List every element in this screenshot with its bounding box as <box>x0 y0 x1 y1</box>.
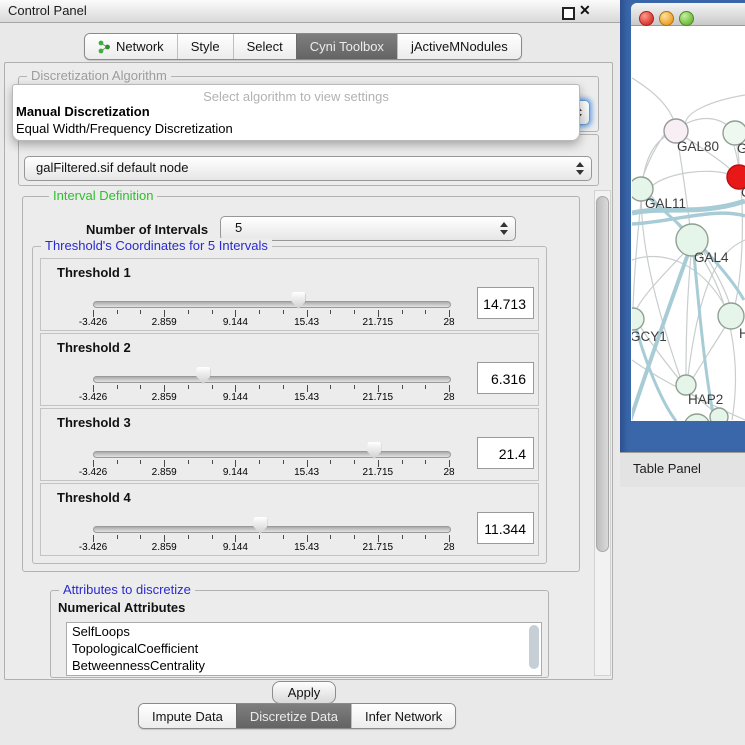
table-data-value: galFiltered.sif default node <box>36 160 188 175</box>
slider-tick-labels: -3.4262.8599.14415.4321.71528 <box>93 317 449 329</box>
top-tabbar: Network Style Select Cyni Toolbox jActiveMNo… <box>84 33 522 60</box>
number-of-intervals-value: 5 <box>235 220 242 235</box>
attribute-item[interactable]: BetweennessCentrality <box>67 657 541 674</box>
threshold-label: Threshold 3 <box>57 415 131 430</box>
tab-select[interactable]: Select <box>233 34 296 59</box>
threshold-row-3: Threshold 3 -3.4262.8599.14415.4321.71528… <box>40 408 539 481</box>
thresholds-group-label: Threshold's Coordinates for 5 Intervals <box>41 238 272 253</box>
network-icon <box>98 40 111 54</box>
network-node[interactable] <box>684 414 710 421</box>
table-panel-titlebar: Table Panel <box>620 452 745 488</box>
slider-tick-labels: -3.4262.8599.14415.4321.71528 <box>93 392 449 404</box>
panel-title: Control Panel <box>8 3 87 18</box>
tab-label: Style <box>191 39 220 54</box>
network-edge <box>632 78 674 121</box>
tab-label: jActiveMNodules <box>411 39 508 54</box>
tab-label: Discretize Data <box>250 709 338 724</box>
apply-button[interactable]: Apply <box>272 681 336 704</box>
node-label: GCY1 <box>632 329 667 344</box>
list-scrollbar-thumb[interactable] <box>529 625 539 669</box>
node-label: H <box>739 326 745 341</box>
tab-cyni-toolbox[interactable]: Cyni Toolbox <box>296 34 397 59</box>
tab-impute-data[interactable]: Impute Data <box>139 704 236 728</box>
slider-track[interactable] <box>93 451 451 458</box>
zoom-traffic-light-icon[interactable] <box>679 11 694 26</box>
tab-label: Infer Network <box>365 709 442 724</box>
attributes-group-label: Attributes to discretize <box>59 582 195 597</box>
threshold-row-4: Threshold 4 -3.4262.8599.14415.4321.71528… <box>40 483 539 556</box>
node-label: HAP2 <box>688 392 723 407</box>
combo-stepper-icon <box>576 161 584 176</box>
tab-label: Cyni Toolbox <box>310 39 384 54</box>
network-canvas[interactable]: GAL80 GA C GAL11 GAL4 GCY1 H HAP2 <box>632 25 745 421</box>
number-of-intervals-label: Number of Intervals <box>86 222 208 237</box>
float-window-icon[interactable] <box>562 7 575 20</box>
slider-track[interactable] <box>93 376 451 383</box>
algorithm-popup: Select algorithm to view settings Manual… <box>12 84 580 141</box>
threshold-value-field[interactable]: 14.713 <box>477 287 534 319</box>
network-edge <box>678 143 690 226</box>
network-window-titlebar[interactable] <box>631 3 745 26</box>
node-label: GAL80 <box>677 139 719 154</box>
tab-jactivemnodules[interactable]: jActiveMNodules <box>397 34 521 59</box>
tab-label: Impute Data <box>152 709 223 724</box>
tab-discretize-data[interactable]: Discretize Data <box>236 704 351 728</box>
node-label: GAL4 <box>694 250 729 265</box>
slider-track[interactable] <box>93 526 451 533</box>
slider-track[interactable] <box>93 301 451 308</box>
popup-item-equal-width[interactable]: Equal Width/Frequency Discretization <box>16 121 233 136</box>
network-edge <box>652 171 728 186</box>
popup-item-manual[interactable]: Manual Discretization <box>16 104 150 119</box>
control-panel-titlebar: Control Panel <box>0 0 620 23</box>
threshold-row-1: Threshold 1 -3.4262.8599.14415.4321.71528… <box>40 258 539 331</box>
attribute-item[interactable]: SelfLoops <box>67 623 541 640</box>
bottom-tabbar: Impute Data Discretize Data Infer Network <box>138 703 456 729</box>
node-label: GA <box>737 141 745 156</box>
table-panel-body: ⚙ ✓ ✓ shared...n YDL19...YDL1YDR27...YDR… <box>620 487 745 745</box>
tab-label: Select <box>247 39 283 54</box>
network-node[interactable] <box>632 308 644 330</box>
network-edge <box>633 201 641 308</box>
slider-tick-labels: -3.4262.8599.14415.4321.71528 <box>93 467 449 479</box>
close-traffic-light-icon[interactable] <box>639 11 654 26</box>
combo-stepper-icon <box>500 221 508 236</box>
tab-infer-network[interactable]: Infer Network <box>351 704 455 728</box>
network-node[interactable] <box>710 408 728 421</box>
panel-scrollbar-thumb[interactable] <box>596 196 609 552</box>
network-edge <box>693 327 725 378</box>
node-label: C <box>741 185 745 200</box>
threshold-value-field[interactable]: 6.316 <box>477 362 534 394</box>
close-icon[interactable]: ✕ <box>579 2 591 19</box>
interval-definition-label: Interval Definition <box>49 188 157 203</box>
minimize-traffic-light-icon[interactable] <box>659 11 674 26</box>
attribute-item[interactable]: TopologicalCoefficient <box>67 640 541 657</box>
popup-hint: Select algorithm to view settings <box>13 89 579 104</box>
threshold-label: Threshold 4 <box>57 490 131 505</box>
threshold-value-field[interactable]: 11.344 <box>477 512 534 544</box>
tab-label: Network <box>116 39 164 54</box>
numerical-attributes-label: Numerical Attributes <box>58 600 185 615</box>
threshold-value-field[interactable]: 21.4 <box>477 437 534 469</box>
node-label: GAL11 <box>645 196 686 211</box>
network-edge <box>642 135 664 180</box>
tab-network[interactable]: Network <box>85 34 177 59</box>
table-panel-title: Table Panel <box>633 461 701 476</box>
algorithm-group-label: Discretization Algorithm <box>27 68 171 83</box>
threshold-row-2: Threshold 2 -3.4262.8599.14415.4321.71528… <box>40 333 539 406</box>
threshold-label: Threshold 1 <box>57 265 131 280</box>
tab-style[interactable]: Style <box>177 34 233 59</box>
numerical-attributes-list[interactable]: SelfLoopsTopologicalCoefficientBetweenne… <box>66 622 542 676</box>
slider-tick-labels: -3.4262.8599.14415.4321.71528 <box>93 542 449 554</box>
threshold-label: Threshold 2 <box>57 340 131 355</box>
table-data-combobox[interactable]: galFiltered.sif default node <box>24 156 592 181</box>
